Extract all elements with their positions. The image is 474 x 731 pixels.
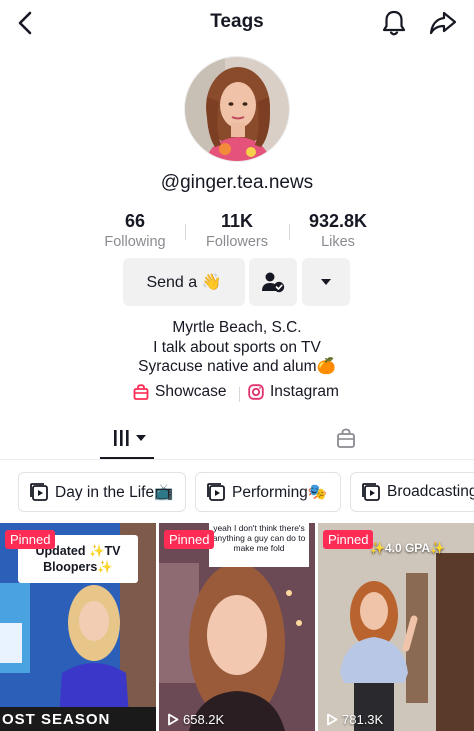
share-button[interactable] — [428, 8, 458, 38]
profile-links: Showcase Instagram — [0, 383, 474, 405]
video-overlay-text: yeah I don't think there's anything a gu… — [212, 523, 306, 553]
follow-status-button[interactable] — [249, 258, 297, 306]
pinned-badge: Pinned — [164, 530, 215, 549]
play-icon — [168, 713, 179, 726]
view-count: 658.2K — [167, 712, 224, 727]
playlist-chip[interactable]: Day in the Life📺 — [18, 472, 186, 512]
play-icon — [327, 713, 338, 726]
active-tab-indicator — [100, 457, 154, 459]
profile-actions: Send a 👋 — [0, 258, 474, 306]
avatar[interactable] — [184, 56, 290, 162]
playlist-icon — [30, 483, 48, 501]
following-label: Following — [104, 234, 166, 250]
followers-label: Followers — [205, 234, 269, 250]
bell-icon — [382, 10, 406, 36]
tab-videos[interactable] — [110, 426, 150, 450]
grid-icon — [114, 430, 146, 446]
instagram-icon — [248, 384, 264, 400]
playlist-label: Broadcasting — [387, 483, 474, 500]
link-divider — [239, 387, 240, 402]
followers-count: 11K — [220, 211, 254, 231]
playlist-chip[interactable]: Broadcasting — [350, 472, 474, 512]
showcase-label: Showcase — [155, 383, 227, 400]
followers-stat[interactable]: 11K Followers — [182, 210, 292, 252]
profile-stats: 66 Following 11K Followers 932.8K Likes — [0, 210, 474, 254]
following-count: 66 — [124, 211, 146, 231]
content-tabs — [0, 420, 474, 460]
video-caption: OST SEASON — [2, 711, 111, 728]
view-count-text: 781.3K — [342, 712, 384, 727]
bio-line: Syracuse native and alum🍊 — [138, 358, 336, 375]
playlist-label: Performing🎭 — [232, 483, 328, 501]
showcase-bag-icon — [133, 384, 149, 400]
playlist-label: Day in the Life📺 — [55, 483, 174, 501]
likes-count: 932.8K — [308, 211, 368, 231]
share-icon — [429, 11, 457, 35]
video-thumbnail[interactable]: yeah I don't think there's anything a gu… — [159, 523, 315, 731]
likes-stat[interactable]: 932.8K Likes — [283, 210, 393, 252]
playlist-row: Day in the Life📺 Performing🎭 Broadcastin… — [0, 472, 474, 512]
playlist-chip[interactable]: Performing🎭 — [195, 472, 341, 512]
tab-shop[interactable] — [334, 426, 358, 450]
username: @ginger.tea.news — [160, 172, 314, 193]
top-bar: Teags — [0, 0, 474, 46]
video-thumbnail[interactable]: ✨4.0 GPA✨ Pinned 781.3K — [318, 523, 474, 731]
likes-label: Likes — [321, 234, 355, 250]
pinned-badge: Pinned — [5, 530, 56, 549]
bio-line: Myrtle Beach, S.C. — [172, 319, 302, 336]
bio: Myrtle Beach, S.C. I talk about sports o… — [0, 318, 474, 377]
send-wave-button[interactable]: Send a 👋 — [123, 258, 245, 306]
pinned-badge: Pinned — [323, 530, 374, 549]
following-stat[interactable]: 66 Following — [80, 210, 190, 252]
notifications-button[interactable] — [380, 8, 408, 38]
bio-line: I talk about sports on TV — [153, 338, 321, 356]
view-count: 781.3K — [326, 712, 383, 727]
instagram-link[interactable]: Instagram — [248, 383, 339, 401]
video-thumbnail[interactable]: Updated ✨TV Bloopers✨ OST SEASON Pinned — [0, 523, 156, 731]
person-check-icon — [262, 272, 285, 293]
shop-bag-icon — [337, 428, 355, 448]
video-grid: Updated ✨TV Bloopers✨ OST SEASON Pinned … — [0, 523, 474, 731]
playlist-icon — [362, 483, 380, 501]
video-overlay-text: ✨4.0 GPA✨ — [370, 541, 446, 555]
playlist-icon — [207, 483, 225, 501]
instagram-label: Instagram — [270, 383, 339, 400]
more-options-button[interactable] — [302, 258, 350, 306]
showcase-link[interactable]: Showcase — [133, 383, 227, 401]
chevron-down-icon — [321, 279, 331, 285]
video-image — [159, 523, 315, 731]
view-count-text: 658.2K — [183, 712, 225, 727]
